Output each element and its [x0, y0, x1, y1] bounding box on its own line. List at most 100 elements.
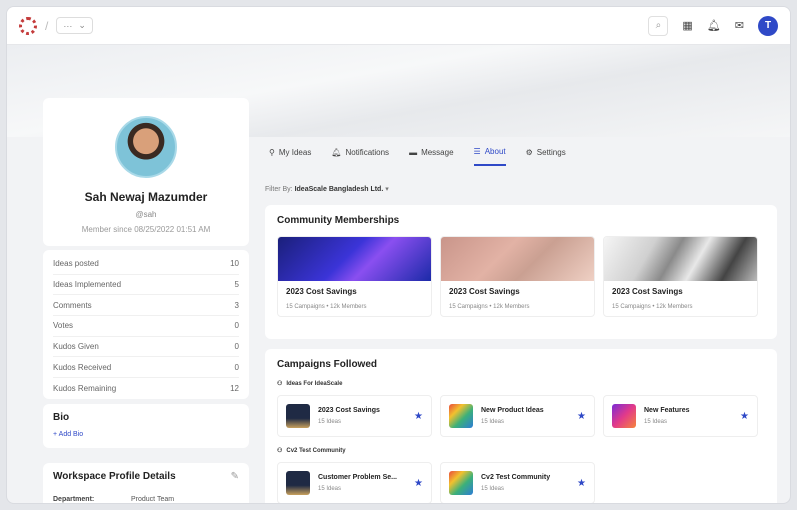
campaign-card[interactable]: New Features 15 Ideas ★ [603, 395, 758, 437]
star-icon[interactable]: ★ [740, 411, 749, 422]
stat-label: Comments [53, 300, 92, 310]
idea-count: 15 Ideas [318, 419, 342, 425]
tab-about[interactable]: ☰ About [473, 147, 506, 166]
stat-value: 10 [230, 259, 239, 269]
user-avatar[interactable]: T [758, 15, 778, 36]
breadcrumb-separator: / [45, 18, 49, 33]
app-window: / ··· ⌄ ⌕ ▦ 🔔︎ ✉ T Sah Newaj Mazumder @s… [6, 6, 791, 504]
chevron-updown-icon: ⌄ [78, 20, 86, 30]
stat-value: 0 [234, 362, 239, 372]
community-group-heading: ⚇ Cv2 Test Community [277, 447, 765, 455]
bell-icon[interactable]: 🔔︎ [707, 19, 721, 32]
people-icon: ⚇ [277, 381, 283, 387]
profile-card: Sah Newaj Mazumder @sah Member since 08/… [43, 98, 249, 246]
tab-label: Settings [536, 148, 566, 157]
workspace-details-title: Workspace Profile Details [53, 471, 176, 482]
idea-count: 15 Ideas [318, 486, 342, 492]
community-memberships-panel: Community Memberships 2023 Cost Savings … [265, 205, 777, 339]
star-icon[interactable]: ★ [414, 478, 423, 489]
department-label: Department: [53, 496, 95, 503]
community-card[interactable]: 2023 Cost Savings 15 Campaigns • 12k Mem… [440, 236, 595, 317]
tab-label: About [484, 147, 506, 156]
community-cover [278, 237, 431, 281]
campaign-count: 15 Campaigns [612, 304, 651, 310]
bell-icon: 🔔︎ [331, 148, 342, 157]
campaign-name: Customer Problem Se... [318, 474, 397, 481]
search-button[interactable]: ⌕ [648, 15, 669, 36]
stat-label: Ideas Implemented [53, 280, 122, 290]
panel-title: Community Memberships [277, 215, 400, 226]
campaign-thumbnail [449, 471, 473, 495]
gear-icon: ⚙ [525, 148, 533, 157]
idea-count: 15 Ideas [481, 486, 505, 492]
campaign-name: New Product Ideas [481, 407, 544, 414]
community-name: 2023 Cost Savings [612, 287, 683, 296]
stat-label: Kudos Remaining [53, 383, 117, 393]
campaign-thumbnail [612, 404, 636, 428]
stat-value: 0 [234, 321, 239, 331]
inbox-icon[interactable]: ✉ [735, 19, 744, 32]
stat-row: Ideas posted 10 [53, 254, 239, 275]
stat-row: Ideas Implemented 5 [53, 275, 239, 296]
idea-count: 15 Ideas [481, 419, 505, 425]
workspace-selector[interactable]: ··· ⌄ [56, 17, 93, 34]
stat-label: Kudos Received [53, 362, 112, 372]
workspace-details-card: Workspace Profile Details ✎ Department: Pr… [43, 463, 249, 503]
bio-card: Bio + Add Bio [43, 404, 249, 448]
campaign-count: 15 Campaigns [286, 304, 325, 310]
add-bio-link[interactable]: + Add Bio [53, 431, 239, 438]
campaign-card[interactable]: Cv2 Test Community 15 Ideas ★ [440, 462, 595, 503]
stat-row: Votes 0 [53, 316, 239, 337]
group-name: Ideas For IdeaScale [286, 380, 343, 387]
stat-value: 0 [234, 342, 239, 352]
campaign-card[interactable]: 2023 Cost Savings 15 Ideas ★ [277, 395, 432, 437]
group-name: Cv2 Test Community [286, 447, 346, 454]
people-icon: ⚇ [277, 448, 283, 454]
top-bar: / ··· ⌄ ⌕ ▦ 🔔︎ ✉ T [7, 7, 790, 45]
star-icon[interactable]: ★ [414, 411, 423, 422]
campaign-card[interactable]: New Product Ideas 15 Ideas ★ [440, 395, 595, 437]
chevron-down-icon: ▾ [385, 186, 389, 193]
community-name: 2023 Cost Savings [286, 287, 357, 296]
idea-count: 15 Ideas [644, 419, 668, 425]
community-card[interactable]: 2023 Cost Savings 15 Campaigns • 12k Mem… [603, 236, 758, 317]
edit-icon[interactable]: ✎ [231, 471, 239, 482]
community-name: 2023 Cost Savings [449, 287, 520, 296]
member-count: 12k Members [493, 304, 530, 310]
community-card[interactable]: 2023 Cost Savings 15 Campaigns • 12k Mem… [277, 236, 432, 317]
profile-handle: @sah [135, 210, 157, 219]
filter-value: IdeaScale Bangladesh Ltd. [294, 186, 384, 193]
profile-tabs: ⚲ My Ideas 🔔︎ Notifications ▬ Message ☰ Abou… [269, 147, 566, 166]
profile-name: Sah Newaj Mazumder [84, 190, 208, 204]
tab-message[interactable]: ▬ Message [409, 147, 453, 166]
stat-value: 12 [230, 383, 239, 393]
stat-row: Kudos Received 0 [53, 357, 239, 379]
more-icon: ··· [63, 20, 73, 31]
campaign-name: Cv2 Test Community [481, 474, 551, 481]
member-since: Member since 08/25/2022 01:51 AM [81, 225, 211, 234]
community-cover [441, 237, 594, 281]
star-icon[interactable]: ★ [577, 411, 586, 422]
community-group-heading: ⚇ Ideas For IdeaScale [277, 380, 765, 388]
stat-label: Kudos Given [53, 342, 99, 352]
tab-notifications[interactable]: 🔔︎ Notifications [331, 147, 389, 166]
campaign-thumbnail [286, 404, 310, 428]
campaign-card[interactable]: Customer Problem Se... 15 Ideas ★ [277, 462, 432, 503]
campaigns-followed-panel: Campaigns Followed ⚇ Ideas For IdeaScale … [265, 349, 777, 503]
star-icon[interactable]: ★ [577, 478, 586, 489]
logo-icon[interactable] [19, 16, 37, 35]
campaign-name: 2023 Cost Savings [318, 407, 380, 414]
tab-my-ideas[interactable]: ⚲ My Ideas [269, 147, 311, 166]
stat-label: Votes [53, 321, 74, 331]
filter-dropdown[interactable]: Filter By: IdeaScale Bangladesh Ltd. ▾ [265, 185, 389, 193]
campaign-name: New Features [644, 407, 690, 414]
member-count: 12k Members [330, 304, 367, 310]
apps-grid-icon[interactable]: ▦ [682, 19, 692, 32]
community-cover [604, 237, 757, 281]
stat-value: 3 [234, 300, 239, 310]
tab-settings[interactable]: ⚙ Settings [526, 147, 566, 166]
bio-title: Bio [53, 412, 70, 423]
stat-row: Kudos Remaining 12 [53, 378, 239, 399]
tab-label: Message [421, 148, 454, 157]
stat-row: Kudos Given 0 [53, 337, 239, 358]
